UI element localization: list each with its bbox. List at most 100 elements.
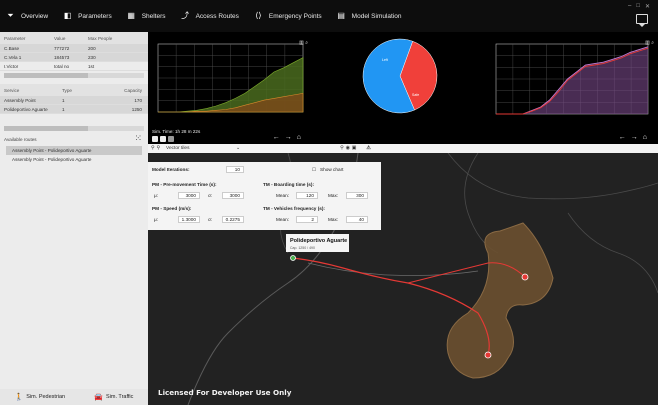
code-brackets-icon: ⟨⟩ xyxy=(255,11,262,20)
target-icon[interactable]: ◉ xyxy=(346,146,350,151)
cell: Polideportivo Aguarte xyxy=(4,106,48,112)
pie-chart-panel: Left Safe xyxy=(328,32,478,144)
back-arrow-icon[interactable]: ← xyxy=(273,134,285,141)
pedestrian-icon: 🚶 xyxy=(14,394,24,401)
nav-overview-label: Overview xyxy=(21,12,49,20)
cell: I.Victor xyxy=(4,63,19,69)
minimize-icon[interactable]: – xyxy=(628,3,631,10)
forward-arrow-icon[interactable]: → xyxy=(285,134,297,141)
risk-zone-polygon[interactable] xyxy=(446,222,554,379)
nav-overview[interactable]: ⏷ Overview xyxy=(6,12,48,20)
pm-premovement-title: PM - Pre-movement Time (s): xyxy=(152,182,217,187)
sim-time-value: 1h 28 m 22s xyxy=(174,129,201,134)
split-panel-icon: ◧ xyxy=(63,11,72,20)
shelter-popup[interactable]: Polideportivo Aguarte Cap. 1250 / 490 xyxy=(286,234,349,252)
speed-sigma-input[interactable]: 0.2275 xyxy=(222,216,244,223)
chevron-down-icon[interactable]: ⌄ xyxy=(236,146,240,151)
popup-title: Polideportivo Aguarte xyxy=(290,238,348,244)
sim-traffic-button[interactable]: 🚘 Sim. Traffic xyxy=(94,393,133,401)
warning-icon[interactable]: ⚠ xyxy=(366,146,370,151)
nav-shelters[interactable]: ▦ Shelters xyxy=(127,11,166,20)
pie-label: Left xyxy=(382,58,388,62)
sim-traffic-label: Sim. Traffic xyxy=(106,394,134,400)
freq-mean-label: Mean: xyxy=(276,217,290,222)
cell: 1 xyxy=(62,97,65,103)
app-window: ⏷ Overview ◧ Parameters ▦ Shelters ⤴ Acc… xyxy=(0,0,658,405)
show-chart-label: Show chart xyxy=(320,167,344,172)
basemap-select[interactable]: Vector tiles xyxy=(166,146,236,151)
table-row[interactable]: Polideportivo Aguarte 1 1250 xyxy=(0,105,148,114)
boarding-max-input[interactable]: 300 xyxy=(346,192,368,199)
chart-tools-icon[interactable]: ▥ ⌕ xyxy=(299,40,308,46)
simulation-parameters-panel: Model Iterations: 10 ☐ Show chart PM - P… xyxy=(148,162,381,230)
search-icon[interactable]: ⚲ xyxy=(340,146,344,151)
show-chart-checkbox[interactable]: ☐ xyxy=(312,167,316,173)
forward-arrow-icon[interactable]: → xyxy=(631,134,643,141)
car-icon: 🚘 xyxy=(94,394,103,401)
zoom-out-icon[interactable]: ⚲ xyxy=(157,146,161,151)
pm-mu-input[interactable]: 3000 xyxy=(178,192,200,199)
header-parameter: Parameter xyxy=(4,35,26,41)
nav-parameters[interactable]: ◧ Parameters xyxy=(63,12,112,20)
sim-time: Sim. Time: 1h 28 m 22s xyxy=(152,129,200,134)
zoom-in-icon[interactable]: ⚲ xyxy=(151,146,155,151)
list-item[interactable]: Assembly Point - Polideportivo Aguarte xyxy=(6,155,142,164)
boarding-max-label: Max: xyxy=(328,193,339,198)
close-icon[interactable]: ✕ xyxy=(645,3,650,10)
cell: 200 xyxy=(88,45,96,51)
cell: 230 xyxy=(88,54,96,60)
freq-mean-input[interactable]: 2 xyxy=(296,216,318,223)
shelter-icon: ▦ xyxy=(127,11,135,20)
model-iterations-label: Model Iterations: xyxy=(152,167,190,172)
home-icon[interactable]: ⌂ xyxy=(297,134,306,141)
pm-mu-label: μ: xyxy=(154,193,159,198)
line-chart-panel: ▥ ⌕ ←→⌂ xyxy=(482,32,658,144)
emergency-point-marker[interactable] xyxy=(484,351,492,359)
pm-sigma-input[interactable]: 3000 xyxy=(222,192,244,199)
sim-pedestrian-button[interactable]: 🚶 Sim. Pedestrian xyxy=(15,393,66,401)
nav-model-simulation[interactable]: ▤ Model Simulation xyxy=(337,12,401,20)
filter-icon: ⏷ xyxy=(7,11,14,20)
area-chart-panel: ▥ ⌕ Sim. Time: 1h 28 m 22s ←→⌂ xyxy=(148,32,312,144)
chat-icon[interactable] xyxy=(636,14,648,27)
speed-mu-input[interactable]: 1.3000 xyxy=(178,216,200,223)
back-arrow-icon[interactable]: ← xyxy=(619,134,631,141)
horizontal-scrollbar[interactable] xyxy=(4,73,144,78)
horizontal-scrollbar[interactable] xyxy=(4,126,144,131)
shelter-marker[interactable] xyxy=(290,255,296,261)
popup-subtitle: Cap. 1250 / 490 xyxy=(290,246,315,250)
nav-emergency-points[interactable]: ⟨⟩ Emergency Points xyxy=(254,11,321,20)
cell: 777272 xyxy=(54,45,70,51)
emergency-point-marker[interactable] xyxy=(521,273,529,281)
top-navigation: ⏷ Overview ◧ Parameters ▦ Shelters ⤴ Acc… xyxy=(0,0,658,32)
grid-icon[interactable]: ⁙ xyxy=(134,133,142,144)
tm-boarding-title: TM - Boarding time (s): xyxy=(263,182,315,187)
left-panel: Parameter Value Max People C.Base 777272… xyxy=(0,32,148,405)
stop-icon[interactable] xyxy=(168,136,174,142)
model-iterations-input[interactable]: 10 xyxy=(226,166,244,173)
sim-time-label: Sim. Time: xyxy=(152,129,174,134)
home-icon[interactable]: ⌂ xyxy=(643,134,652,141)
maximize-icon[interactable]: □ xyxy=(636,3,640,10)
cell: 184573 xyxy=(54,54,70,60)
chart-tools-icon[interactable]: ▥ ⌕ xyxy=(645,40,654,46)
boarding-mean-label: Mean: xyxy=(276,193,290,198)
table-row[interactable]: C.Base 777272 200 xyxy=(0,44,148,53)
nav-access-routes[interactable]: ⤴ Access Routes xyxy=(181,12,239,20)
nav-shelters-label: Shelters xyxy=(141,12,166,20)
table-row[interactable]: C.Vela 1 184573 230 xyxy=(0,53,148,62)
line-fill-0 xyxy=(496,46,648,114)
nav-parameters-label: Parameters xyxy=(78,12,112,20)
chart-navigation: ←→⌂ xyxy=(273,134,306,141)
list-item[interactable]: Assembly Point - Polideportivo Aguarte xyxy=(6,146,142,155)
play-icon[interactable] xyxy=(152,136,158,142)
print-icon[interactable]: ▣ xyxy=(352,146,357,151)
evacuation-area-chart xyxy=(157,43,304,113)
freq-max-input[interactable]: 40 xyxy=(346,216,368,223)
boarding-mean-input[interactable]: 120 xyxy=(296,192,318,199)
table-row[interactable]: Assembly Point 1 170 xyxy=(0,96,148,105)
tm-frequency-title: TM - Vehicles frequency (s): xyxy=(263,206,325,211)
pause-icon[interactable] xyxy=(160,136,166,142)
cell: 1 xyxy=(62,106,65,112)
table-row[interactable]: I.Victor total no 1st xyxy=(0,62,148,71)
